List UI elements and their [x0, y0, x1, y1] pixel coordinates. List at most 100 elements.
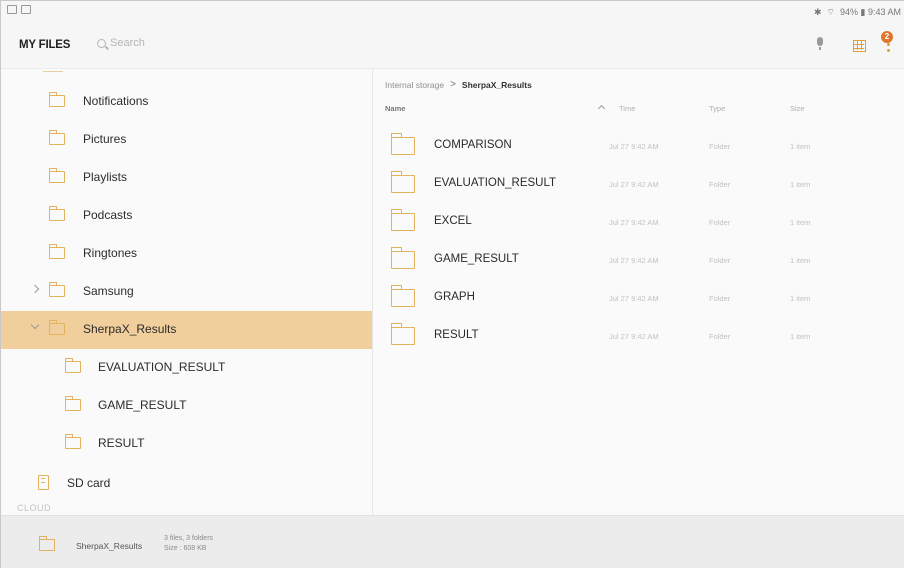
- sidebar-item-samsung[interactable]: Samsung: [1, 273, 372, 311]
- file-name: GAME_RESULT: [434, 253, 519, 265]
- column-header-size[interactable]: Size: [790, 104, 805, 113]
- file-type: Folder: [709, 294, 731, 303]
- folder-icon: [48, 168, 65, 183]
- status-text: 94% ▮ 9:43 AM: [840, 7, 901, 17]
- sidebar-item-ringtones[interactable]: Ringtones: [1, 235, 372, 273]
- app-window: ✱ ⌔ 94% ▮ 9:43 AM MY FILES Search 2 Noti…: [0, 0, 904, 568]
- file-name: GRAPH: [434, 291, 475, 303]
- sd-card-icon: [38, 475, 49, 490]
- file-size: 1 item: [790, 218, 811, 227]
- sidebar-item-label: Notifications: [83, 94, 149, 108]
- folder-icon: [48, 282, 65, 297]
- file-name: EVALUATION_RESULT: [434, 177, 557, 189]
- breadcrumb-separator: >: [450, 79, 456, 90]
- folder-icon: [48, 244, 65, 259]
- folder-icon: [64, 358, 81, 373]
- sidebar-item-playlists[interactable]: Playlists: [1, 159, 372, 197]
- file-time: Jul 27 9:42 AM: [609, 180, 659, 189]
- file-name: COMPARISON: [434, 139, 512, 151]
- sidebar-item-label: Pictures: [83, 132, 127, 146]
- file-size: 1 item: [790, 294, 811, 303]
- grid-view-icon[interactable]: [853, 40, 866, 52]
- sidebar-item-label: Ringtones: [83, 246, 138, 260]
- folder-icon: [390, 323, 415, 345]
- sidebar-item-notifications[interactable]: Notifications: [1, 83, 372, 121]
- table-row[interactable]: GRAPH Jul 27 9:42 AM Folder 1 item: [373, 280, 904, 316]
- status-icons-left: [7, 5, 31, 14]
- column-header-time[interactable]: Time: [619, 104, 635, 113]
- sidebar-item-podcasts[interactable]: Podcasts: [1, 197, 372, 235]
- notification-badge: 2: [881, 31, 893, 43]
- mic-icon[interactable]: [816, 37, 824, 50]
- file-type: Folder: [709, 218, 731, 227]
- folder-icon: [64, 396, 81, 411]
- table-row[interactable]: GAME_RESULT Jul 27 9:42 AM Folder 1 item: [373, 242, 904, 278]
- sidebar-item-sd-card[interactable]: SD card: [1, 466, 372, 504]
- file-time: Jul 27 9:42 AM: [609, 142, 659, 151]
- selection-info-bar: SherpaX_Results 3 files, 3 folders Size …: [1, 515, 904, 568]
- folder-icon: [48, 92, 65, 107]
- sidebar-item-label: RESULT: [98, 436, 145, 450]
- file-size: 1 item: [790, 180, 811, 189]
- file-list-panel: Internal storage > SherpaX_Results Name …: [373, 69, 904, 515]
- folder-icon: [390, 247, 415, 269]
- table-row[interactable]: RESULT Jul 27 9:42 AM Folder 1 item: [373, 318, 904, 354]
- notification-icon: [7, 5, 17, 14]
- file-size: 1 item: [790, 142, 811, 151]
- sidebar-scrolled-item: [1, 69, 372, 83]
- file-type: Folder: [709, 332, 731, 341]
- file-size: 1 item: [790, 256, 811, 265]
- status-icons-right: ✱ ⌔ 94% ▮ 9:43 AM: [814, 7, 901, 18]
- search-placeholder: Search: [110, 37, 145, 49]
- selected-folder-details: 3 files, 3 folders Size : 608 KB: [164, 534, 213, 554]
- folder-icon: [64, 434, 81, 449]
- app-title: MY FILES: [19, 39, 71, 51]
- sidebar-item-label: GAME_RESULT: [98, 398, 187, 412]
- table-row[interactable]: COMPARISON Jul 27 9:42 AM Folder 1 item: [373, 128, 904, 164]
- folder-icon: [48, 320, 65, 335]
- search-input[interactable]: Search: [97, 37, 145, 49]
- sidebar-item-evaluation-result[interactable]: EVALUATION_RESULT: [1, 349, 372, 387]
- file-type: Folder: [709, 256, 731, 265]
- column-header-type[interactable]: Type: [709, 104, 725, 113]
- file-time: Jul 27 9:42 AM: [609, 332, 659, 341]
- chevron-right-icon[interactable]: [30, 284, 40, 294]
- sidebar-item-game-result[interactable]: GAME_RESULT: [1, 387, 372, 425]
- breadcrumb: Internal storage > SherpaX_Results: [385, 79, 532, 90]
- chevron-down-icon[interactable]: [30, 320, 40, 330]
- file-name: RESULT: [434, 329, 479, 341]
- sort-ascending-icon[interactable]: [597, 104, 606, 113]
- wifi-icon: ⌔: [826, 7, 835, 17]
- image-icon: [21, 5, 31, 14]
- file-name: EXCEL: [434, 215, 472, 227]
- folder-icon: [390, 171, 415, 193]
- bluetooth-icon: ✱: [813, 7, 822, 17]
- sidebar-item-label: Playlists: [83, 170, 128, 184]
- sidebar-item-pictures[interactable]: Pictures: [1, 121, 372, 159]
- status-bar: ✱ ⌔ 94% ▮ 9:43 AM: [1, 1, 904, 23]
- folder-icon: [48, 130, 65, 145]
- sidebar-item-result[interactable]: RESULT: [1, 425, 372, 463]
- table-row[interactable]: EVALUATION_RESULT Jul 27 9:42 AM Folder …: [373, 166, 904, 202]
- column-header-name[interactable]: Name: [385, 104, 405, 113]
- sidebar-item-label: SherpaX_Results: [83, 322, 177, 336]
- file-time: Jul 27 9:42 AM: [609, 218, 659, 227]
- breadcrumb-current: SherpaX_Results: [461, 79, 532, 90]
- folder-icon: [38, 536, 55, 551]
- table-row[interactable]: EXCEL Jul 27 9:42 AM Folder 1 item: [373, 204, 904, 240]
- app-bar: MY FILES Search 2: [1, 23, 904, 69]
- sidebar-item-sherpax-results[interactable]: SherpaX_Results: [1, 311, 372, 349]
- folder-icon: [390, 209, 415, 231]
- search-icon: [97, 38, 106, 48]
- file-time: Jul 27 9:42 AM: [609, 256, 659, 265]
- folder-icon: [390, 285, 415, 307]
- sidebar-section-header: CLOUD: [17, 503, 52, 513]
- breadcrumb-root[interactable]: Internal storage: [385, 80, 444, 90]
- folder-contents-count: 3 files, 3 folders: [164, 535, 214, 542]
- sidebar-item-label: Samsung: [83, 284, 134, 298]
- folder-size: Size : 608 KB: [164, 545, 207, 552]
- sidebar-item-label: EVALUATION_RESULT: [98, 360, 226, 374]
- selected-folder-name: SherpaX_Results: [76, 541, 143, 551]
- folder-icon: [390, 133, 415, 155]
- file-size: 1 item: [790, 332, 811, 341]
